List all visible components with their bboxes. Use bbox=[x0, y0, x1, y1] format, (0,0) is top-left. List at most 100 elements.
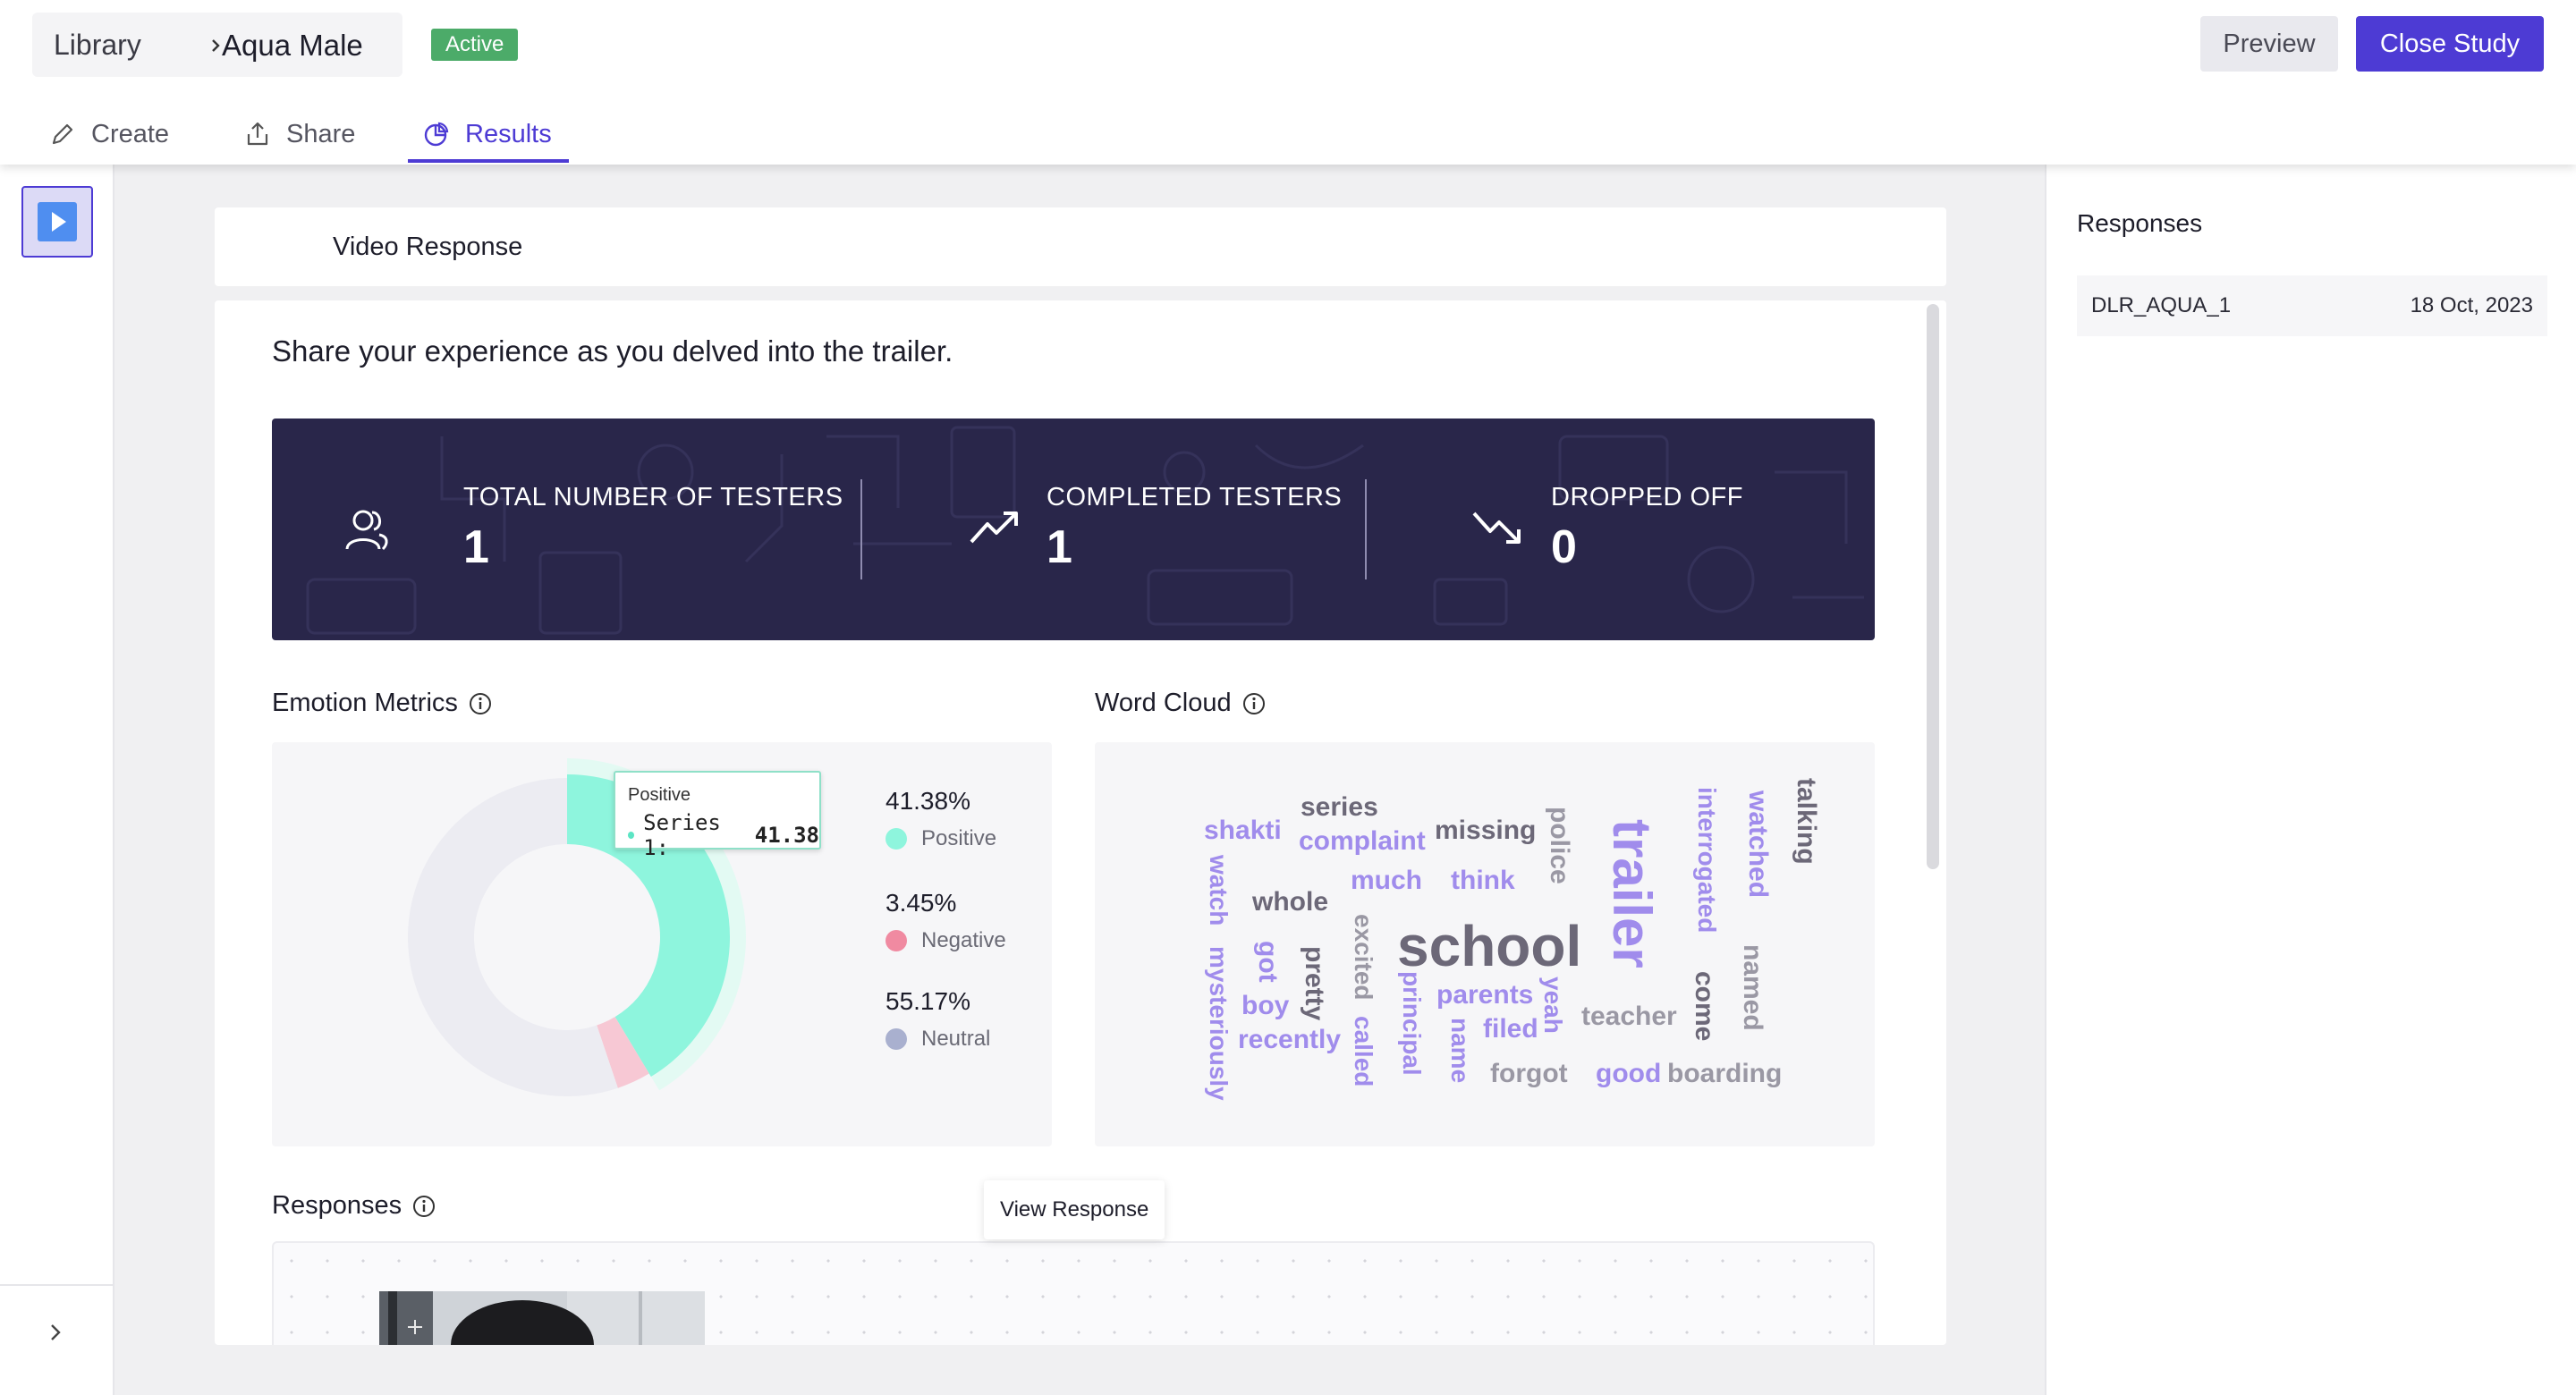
responses-panel-title: Responses bbox=[2077, 209, 2203, 237]
tab-create[interactable]: Create bbox=[48, 116, 169, 152]
word-cloud-word[interactable]: principal bbox=[1398, 971, 1426, 1076]
response-id: DLR_AQUA_1 bbox=[2091, 293, 2232, 317]
responses-title: Responses bbox=[272, 1191, 436, 1221]
video-play-icon bbox=[38, 202, 77, 241]
word-cloud-word[interactable]: got bbox=[1253, 941, 1283, 983]
info-icon[interactable] bbox=[1242, 692, 1266, 715]
word-cloud-label: Word Cloud bbox=[1095, 689, 1232, 717]
word-cloud-word[interactable]: watched bbox=[1743, 790, 1773, 898]
emotion-metrics-label: Emotion Metrics bbox=[272, 689, 458, 717]
preview-button[interactable]: Preview bbox=[2200, 16, 2338, 72]
legend-percent: 55.17% bbox=[886, 987, 970, 1015]
info-icon[interactable] bbox=[412, 1195, 436, 1218]
stat-label: COMPLETED TESTERS bbox=[1046, 483, 1343, 512]
breadcrumb-library-link[interactable]: Library bbox=[54, 29, 141, 62]
word-cloud-word[interactable]: yeah bbox=[1539, 976, 1567, 1034]
legend-label: Negative bbox=[921, 928, 1006, 952]
active-tab-indicator bbox=[408, 159, 569, 163]
word-cloud-word[interactable]: trailer bbox=[1602, 819, 1662, 968]
stat-value: 1 bbox=[1046, 521, 1072, 573]
tab-share[interactable]: Share bbox=[243, 116, 355, 152]
tooltip-series-dot bbox=[628, 832, 635, 839]
word-cloud-word[interactable]: boy bbox=[1241, 993, 1289, 1019]
word-cloud-word[interactable]: come bbox=[1690, 971, 1719, 1041]
responses-panel: Responses DLR_AQUA_1 18 Oct, 2023 bbox=[2045, 165, 2576, 1395]
response-list-item[interactable]: DLR_AQUA_1 18 Oct, 2023 bbox=[2077, 275, 2547, 336]
word-cloud-word[interactable]: teacher bbox=[1581, 1003, 1677, 1030]
legend-item-negative: 3.45% Negative bbox=[886, 889, 1006, 953]
info-icon[interactable] bbox=[469, 692, 492, 715]
video-frame-image bbox=[379, 1291, 705, 1345]
word-cloud-title: Word Cloud bbox=[1095, 689, 1266, 718]
banner-background-pattern bbox=[306, 426, 1864, 635]
word-cloud-word[interactable]: boarding bbox=[1667, 1061, 1782, 1087]
word-cloud-word[interactable]: mysteriously bbox=[1205, 946, 1233, 1101]
word-cloud-word[interactable]: named bbox=[1738, 944, 1767, 1031]
word-cloud-word[interactable]: forgot bbox=[1490, 1061, 1568, 1087]
breadcrumb: Library Aqua Male bbox=[32, 13, 402, 77]
users-icon bbox=[345, 510, 388, 551]
breadcrumb-study-name: Aqua Male bbox=[222, 29, 363, 62]
sidebar-item-video-response[interactable] bbox=[21, 186, 93, 258]
emotion-metrics-title: Emotion Metrics bbox=[272, 689, 492, 718]
word-cloud-word[interactable]: much bbox=[1351, 867, 1422, 894]
word-cloud-word[interactable]: police bbox=[1545, 807, 1574, 884]
legend-label: Neutral bbox=[921, 1027, 991, 1051]
stat-divider bbox=[860, 479, 862, 579]
stat-divider bbox=[1365, 479, 1367, 579]
chevron-right-icon bbox=[51, 1324, 61, 1340]
word-cloud-word[interactable]: shakti bbox=[1204, 817, 1282, 844]
word-cloud-word[interactable]: watch bbox=[1205, 855, 1233, 926]
scrollbar-thumb[interactable] bbox=[1927, 304, 1939, 869]
legend-item-neutral: 55.17% Neutral bbox=[886, 987, 990, 1052]
stat-label: DROPPED OFF bbox=[1551, 483, 1743, 512]
stat-label: TOTAL NUMBER OF TESTERS bbox=[463, 483, 843, 512]
section-header: Video Response bbox=[215, 207, 1946, 286]
tooltip-title: Positive bbox=[628, 785, 691, 805]
close-study-button[interactable]: Close Study bbox=[2356, 16, 2544, 72]
left-sidebar bbox=[0, 165, 114, 1395]
word-cloud-word[interactable]: missing bbox=[1435, 817, 1536, 844]
word-cloud-word[interactable]: complaint bbox=[1299, 828, 1426, 855]
word-cloud-word[interactable]: recently bbox=[1238, 1027, 1341, 1053]
emotion-metrics-chart: Positive Series 1: 41.38 41.38% Positive… bbox=[272, 742, 1052, 1146]
tab-results[interactable]: Results bbox=[422, 116, 552, 152]
legend-percent: 3.45% bbox=[886, 889, 957, 917]
legend-dot bbox=[886, 828, 907, 850]
word-cloud-word[interactable]: series bbox=[1301, 794, 1378, 821]
sidebar-expand-button[interactable] bbox=[39, 1316, 72, 1348]
legend-item-positive: 41.38% Positive bbox=[886, 787, 996, 851]
word-cloud-word[interactable]: whole bbox=[1252, 889, 1328, 916]
responses-label: Responses bbox=[272, 1191, 402, 1220]
word-cloud-word[interactable]: name bbox=[1446, 1018, 1474, 1083]
word-cloud-word[interactable]: interrogated bbox=[1693, 787, 1721, 933]
word-cloud-word[interactable]: parents bbox=[1436, 982, 1533, 1009]
word-cloud-word[interactable]: filed bbox=[1483, 1016, 1538, 1043]
sidebar-divider bbox=[0, 1284, 113, 1286]
word-cloud-word[interactable]: called bbox=[1350, 1016, 1377, 1086]
tab-results-label: Results bbox=[465, 119, 552, 148]
chart-tooltip: Positive Series 1: 41.38 bbox=[614, 771, 821, 860]
word-cloud-word[interactable]: good bbox=[1596, 1061, 1661, 1087]
word-cloud-word[interactable]: talking bbox=[1792, 778, 1821, 865]
question-text: Share your experience as you delved into… bbox=[272, 334, 953, 368]
legend-dot bbox=[886, 930, 907, 951]
top-header: Library Aqua Male Active Preview Close S… bbox=[0, 0, 2576, 165]
response-video-thumbnail[interactable] bbox=[379, 1291, 705, 1345]
tooltip-series: Series 1: bbox=[643, 810, 721, 860]
word-cloud-word[interactable]: think bbox=[1451, 867, 1515, 894]
trend-down-icon bbox=[1472, 512, 1521, 544]
stat-value: 0 bbox=[1551, 521, 1577, 573]
word-cloud: school trailer series shakti complaint missin… bbox=[1095, 742, 1875, 1146]
share-upload-icon bbox=[247, 122, 268, 146]
word-cloud-word[interactable]: pretty bbox=[1300, 946, 1329, 1020]
tab-share-label: Share bbox=[286, 119, 356, 148]
word-cloud-word[interactable]: school bbox=[1397, 917, 1581, 975]
view-response-tooltip: View Response bbox=[984, 1180, 1165, 1239]
tooltip-value: 41.38 bbox=[754, 823, 819, 848]
stats-banner: TOTAL NUMBER OF TESTERS 1 COMPLETED TEST… bbox=[272, 418, 1875, 640]
word-cloud-word[interactable]: excited bbox=[1350, 914, 1377, 1001]
status-badge: Active bbox=[431, 29, 519, 61]
legend-dot bbox=[886, 1028, 907, 1050]
pencil-icon bbox=[52, 123, 73, 145]
